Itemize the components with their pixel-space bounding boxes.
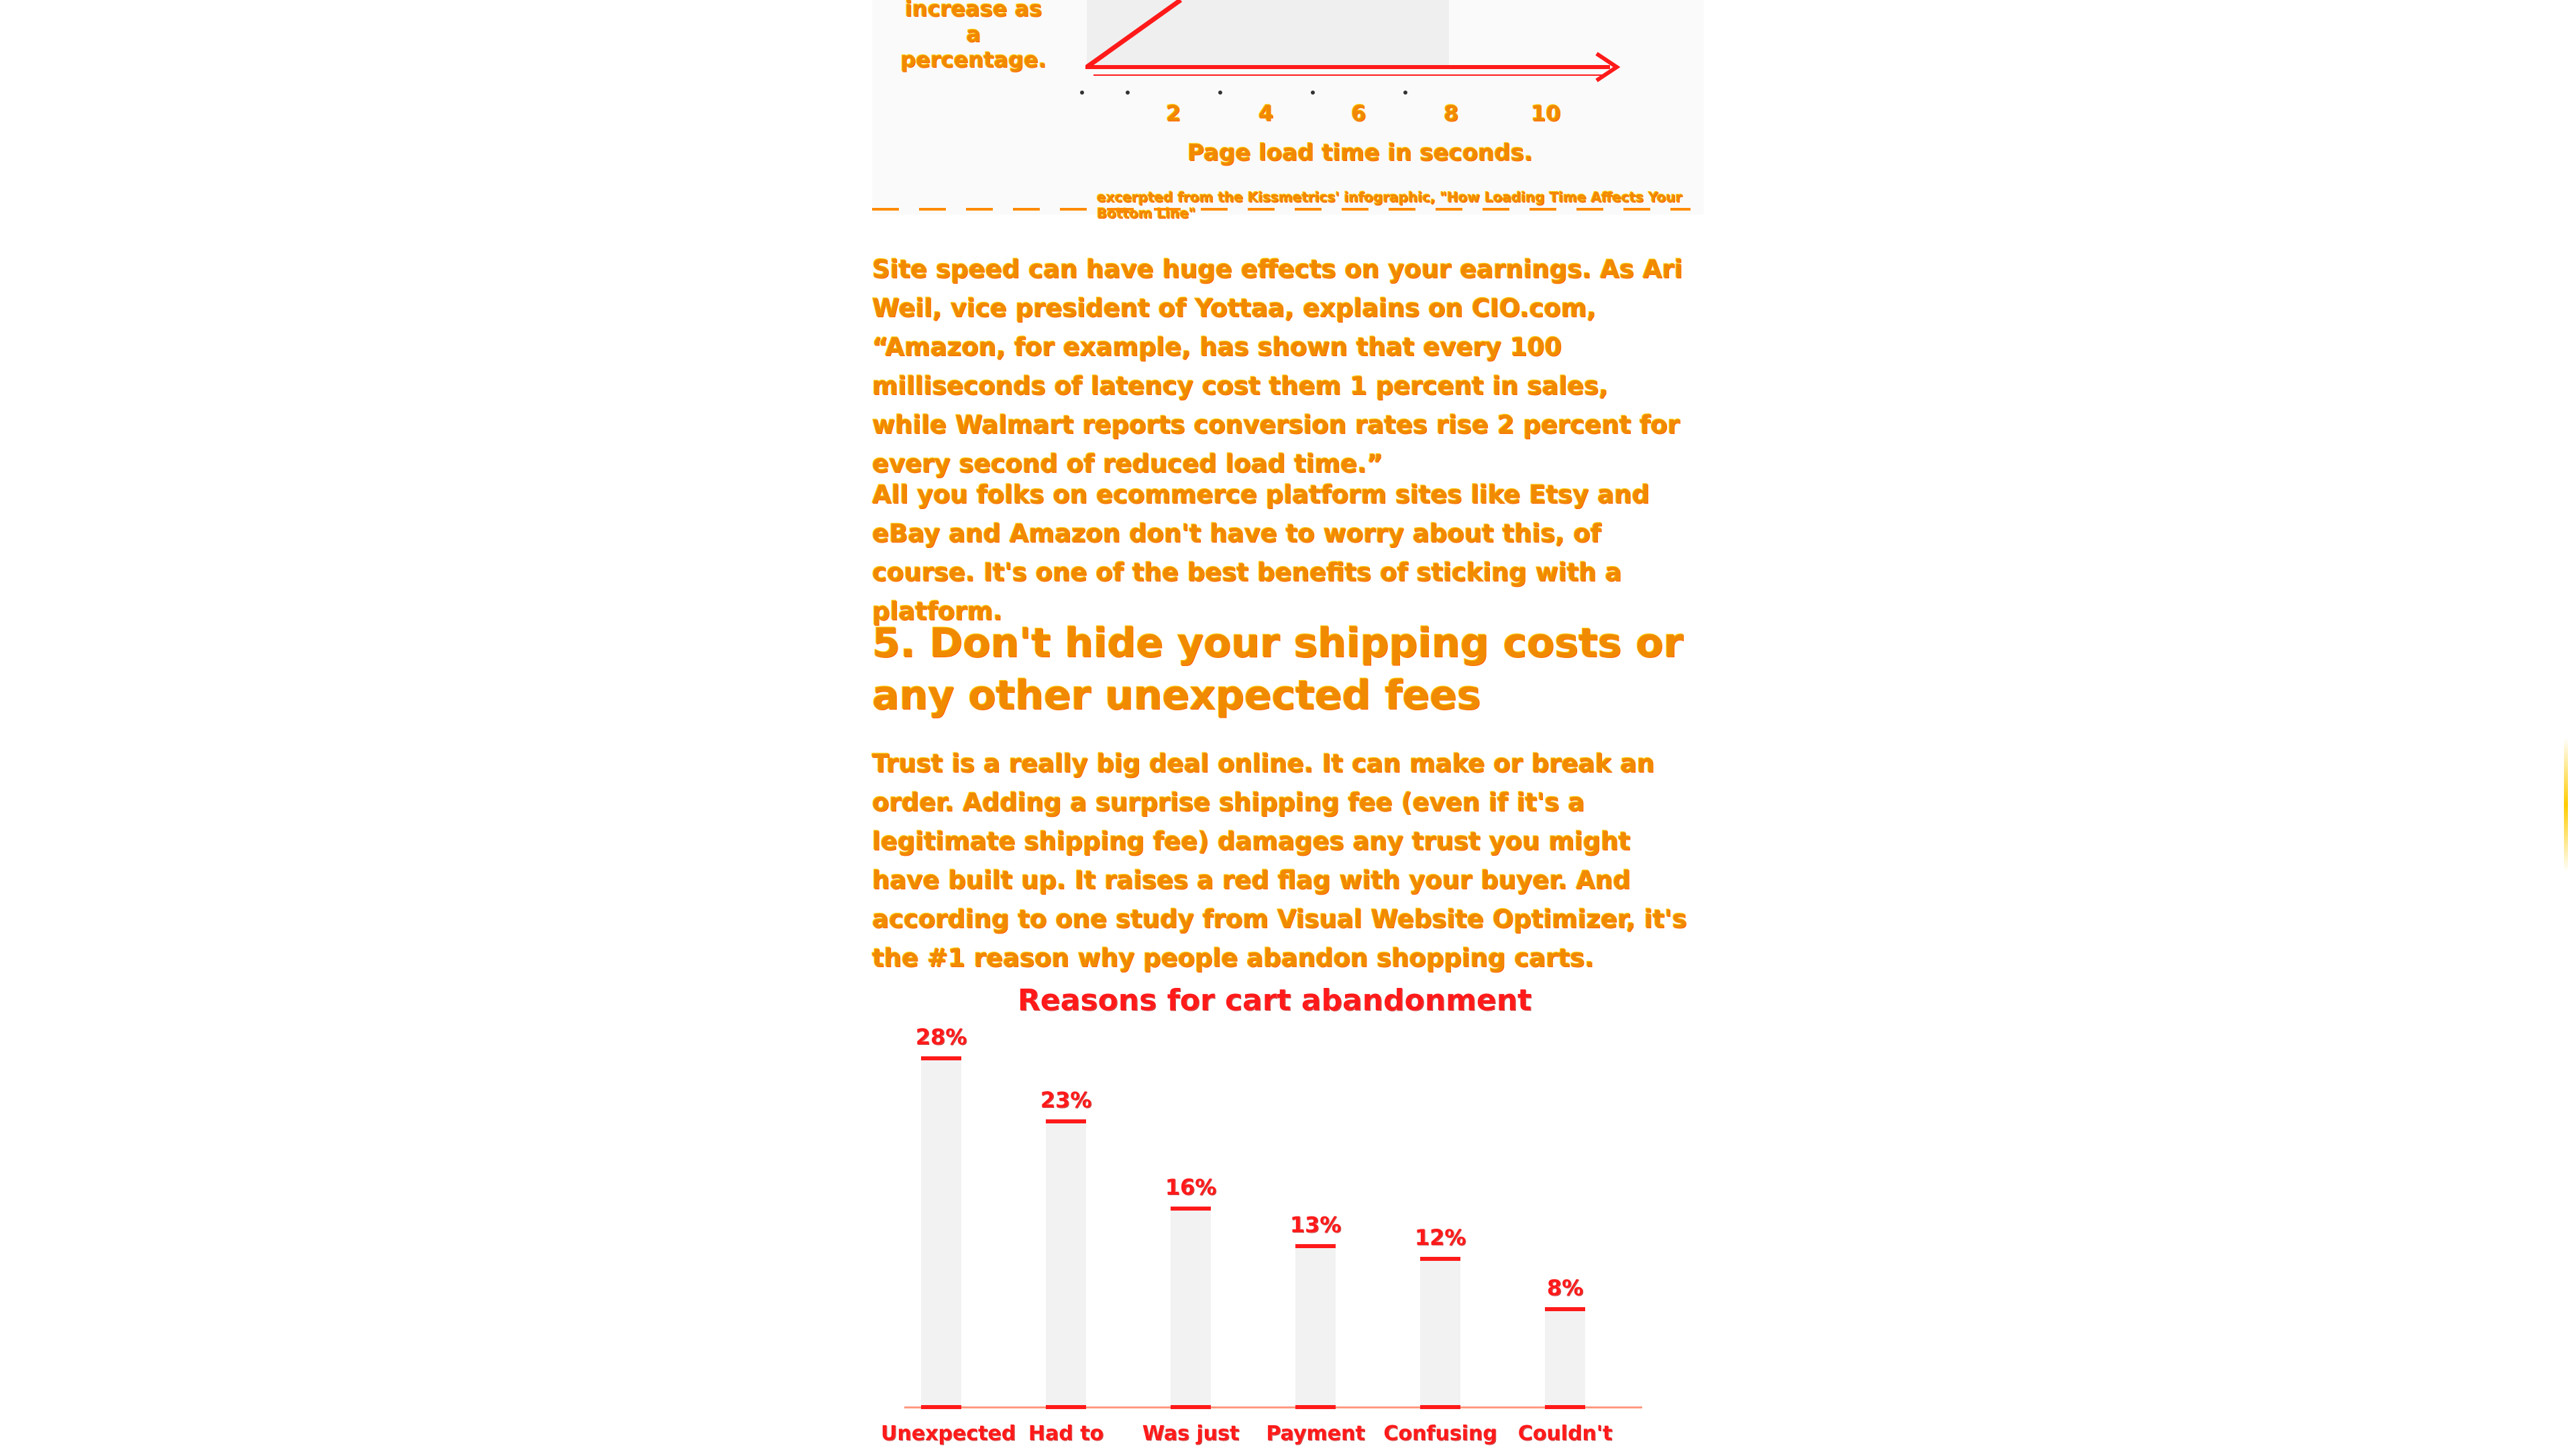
bar-base [1545, 1405, 1585, 1409]
bar [1545, 1307, 1585, 1407]
bar [1420, 1257, 1460, 1407]
paragraph-site-speed: Site speed can have huge effects on your… [872, 255, 1683, 478]
chart-plot-area [1087, 0, 1449, 67]
x-tick-label: 2 [1166, 101, 1181, 126]
chart-baseline [904, 1406, 1642, 1408]
x-tick-label: 8 [1444, 101, 1459, 126]
x-axis-label: Page load time in seconds. [1187, 140, 1533, 166]
cart-abandonment-chart: Reasons for cart abandonment 28% Unexpect… [872, 966, 1704, 1448]
y-axis-label-line1: increase as a [904, 0, 1042, 47]
load-time-chart: increase as a percentage. 2 4 6 8 10 Pag… [872, 0, 1704, 221]
bar-category-label: Confusing [1383, 1422, 1497, 1445]
paragraph-trust: Trust is a really big deal online. It ca… [872, 749, 1687, 972]
tick-dot [1080, 91, 1084, 95]
scrollbar-thumb[interactable] [2564, 738, 2568, 872]
bar-value-label: 8% [1546, 1275, 1584, 1300]
bar-category-label: Payment [1266, 1422, 1365, 1445]
tick-dot [1403, 91, 1407, 95]
chart-title: Reasons for cart abandonment [1017, 983, 1532, 1017]
bar-value-label: 28% [915, 1024, 967, 1050]
bar-category-label: Couldn't find [1517, 1422, 1613, 1448]
section-heading: 5. Don't hide your shipping costs or any… [872, 620, 1684, 719]
bar-base [1171, 1405, 1211, 1409]
paragraph-platforms: All you folks on ecommerce platform site… [872, 480, 1650, 626]
y-axis-label-line2: percentage. [900, 47, 1046, 72]
bar-value-label: 12% [1414, 1225, 1466, 1250]
divider [872, 208, 1690, 211]
tick-dot [1126, 91, 1130, 95]
bar-base [1046, 1405, 1086, 1409]
bar-base [1295, 1405, 1336, 1409]
tick-dot [1311, 91, 1315, 95]
bar-value-label: 13% [1289, 1212, 1342, 1237]
bar [1295, 1244, 1336, 1407]
bar [1046, 1119, 1086, 1407]
x-tick-label: 10 [1531, 101, 1561, 126]
bar-base [921, 1405, 961, 1409]
bar-category-label: Unexpected [881, 1422, 1016, 1445]
tick-dot [1218, 91, 1222, 95]
chart-source: excerpted from the Kissmetrics' infograp… [1097, 189, 1682, 221]
x-tick-label: 6 [1351, 101, 1366, 126]
page: increase as a percentage. 2 4 6 8 10 Pag… [0, 0, 2576, 1448]
bar-base [1420, 1405, 1460, 1409]
bar-value-label: 16% [1165, 1174, 1217, 1200]
bar-category-label: Had to [1028, 1422, 1104, 1445]
bar [921, 1056, 961, 1407]
y-axis-label: increase as a percentage. [896, 0, 1051, 72]
bar [1171, 1207, 1211, 1407]
bar-value-label: 23% [1040, 1087, 1092, 1113]
bar-category-label: Was just [1142, 1422, 1240, 1445]
x-tick-label: 4 [1258, 101, 1274, 126]
